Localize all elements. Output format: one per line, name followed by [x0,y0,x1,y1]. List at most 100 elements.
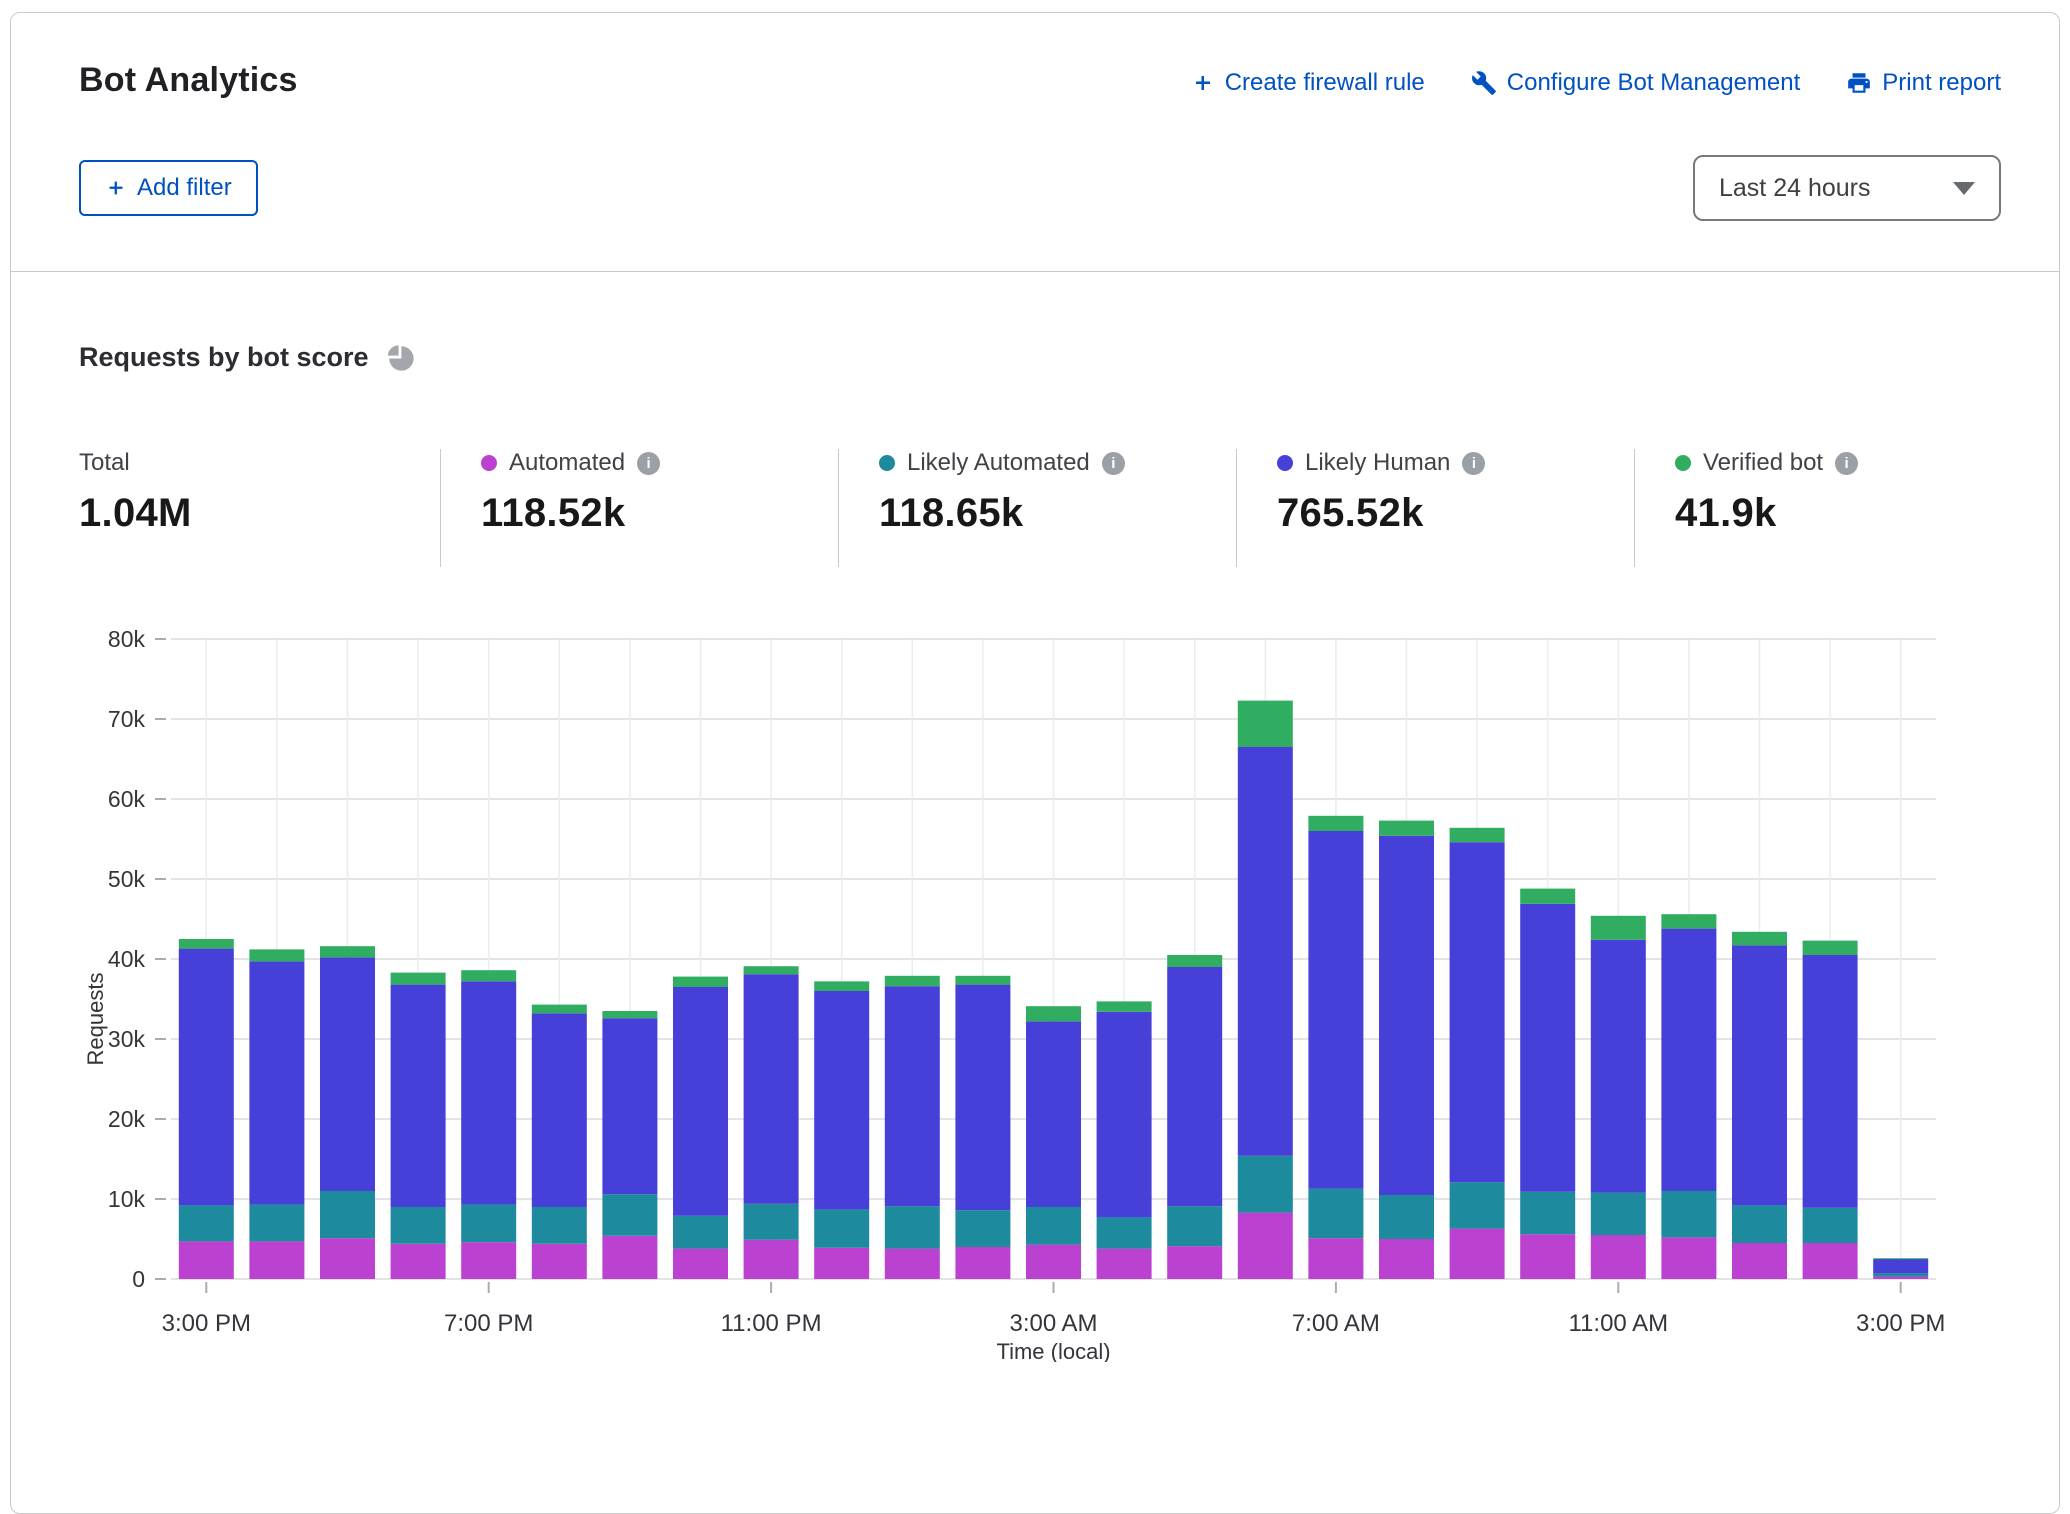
bar-segment-automated[interactable] [744,1240,799,1279]
bar-6[interactable] [602,1011,657,1279]
bar-segment-automated[interactable] [1167,1246,1222,1279]
bar-16[interactable] [1308,816,1363,1279]
bar-segment-likely-automated[interactable] [1238,1156,1293,1213]
bar-segment-likely-automated[interactable] [1803,1208,1858,1243]
bar-segment-automated[interactable] [461,1242,516,1279]
bar-segment-likely-human[interactable] [814,991,869,1209]
bar-5[interactable] [532,1005,587,1279]
bar-segment-likely-human[interactable] [955,985,1010,1211]
bar-segment-likely-human[interactable] [532,1013,587,1207]
bar-12[interactable] [1026,1006,1081,1279]
configure-bot-management-link[interactable]: Configure Bot Management [1471,69,1801,97]
bar-segment-likely-automated[interactable] [1097,1217,1152,1248]
bar-8[interactable] [744,966,799,1279]
info-icon[interactable]: i [1835,452,1858,475]
bar-segment-verified-bot[interactable] [1167,955,1222,967]
bar-segment-verified-bot[interactable] [602,1011,657,1018]
bar-15[interactable] [1238,701,1293,1279]
add-filter-button[interactable]: Add filter [79,160,258,216]
bar-segment-verified-bot[interactable] [1732,932,1787,946]
bar-segment-likely-automated[interactable] [955,1210,1010,1247]
bar-segment-likely-automated[interactable] [602,1194,657,1236]
bar-segment-likely-human[interactable] [461,981,516,1204]
bar-segment-likely-human[interactable] [1026,1021,1081,1207]
bar-segment-verified-bot[interactable] [1591,916,1646,940]
bar-segment-automated[interactable] [955,1247,1010,1279]
bar-segment-likely-automated[interactable] [1167,1206,1222,1246]
bar-segment-likely-human[interactable] [320,957,375,1191]
bar-segment-verified-bot[interactable] [1379,821,1434,836]
info-icon[interactable]: i [1462,452,1485,475]
bar-segment-automated[interactable] [1450,1229,1505,1279]
print-report-link[interactable]: Print report [1846,69,2001,97]
bar-9[interactable] [814,981,869,1279]
bar-segment-likely-automated[interactable] [461,1205,516,1243]
bar-segment-automated[interactable] [885,1249,940,1279]
create-firewall-rule-link[interactable]: Create firewall rule [1191,69,1425,97]
bar-segment-automated[interactable] [249,1241,304,1279]
bar-segment-likely-human[interactable] [1803,955,1858,1208]
bar-segment-likely-human[interactable] [391,985,446,1207]
bar-segment-verified-bot[interactable] [1450,828,1505,842]
bar-segment-automated[interactable] [1661,1237,1716,1279]
bar-17[interactable] [1379,821,1434,1279]
bar-segment-verified-bot[interactable] [1803,941,1858,955]
bar-3[interactable] [391,973,446,1279]
bar-segment-likely-automated[interactable] [744,1204,799,1240]
bar-segment-likely-human[interactable] [885,986,940,1206]
bar-segment-verified-bot[interactable] [673,977,728,987]
bar-segment-likely-human[interactable] [1379,836,1434,1195]
bar-segment-likely-automated[interactable] [1450,1182,1505,1228]
bar-segment-verified-bot[interactable] [885,976,940,986]
bar-segment-automated[interactable] [814,1248,869,1279]
bar-segment-verified-bot[interactable] [814,981,869,991]
bar-18[interactable] [1450,828,1505,1279]
bar-segment-verified-bot[interactable] [1873,1258,1928,1259]
bar-segment-likely-human[interactable] [1520,904,1575,1192]
bar-segment-verified-bot[interactable] [461,970,516,981]
bar-segment-automated[interactable] [1238,1213,1293,1279]
bar-segment-likely-automated[interactable] [673,1216,728,1249]
bar-10[interactable] [885,976,940,1279]
bar-segment-automated[interactable] [532,1244,587,1279]
bar-segment-verified-bot[interactable] [1661,914,1716,928]
bar-4[interactable] [461,970,516,1279]
bar-segment-likely-human[interactable] [1308,831,1363,1189]
bar-segment-likely-automated[interactable] [249,1205,304,1242]
bar-1[interactable] [249,949,304,1279]
bar-23[interactable] [1803,941,1858,1279]
bar-segment-verified-bot[interactable] [955,976,1010,985]
bar-segment-likely-automated[interactable] [1026,1207,1081,1245]
bar-segment-likely-human[interactable] [1591,940,1646,1193]
bar-segment-likely-human[interactable] [1238,747,1293,1156]
bar-21[interactable] [1661,914,1716,1279]
bar-segment-likely-human[interactable] [1873,1259,1928,1273]
bar-segment-automated[interactable] [673,1249,728,1279]
bar-segment-likely-human[interactable] [602,1018,657,1194]
bar-segment-automated[interactable] [1803,1243,1858,1279]
bar-13[interactable] [1097,1001,1152,1279]
bar-segment-likely-automated[interactable] [1873,1273,1928,1276]
bar-segment-likely-human[interactable] [1661,929,1716,1191]
bar-22[interactable] [1732,932,1787,1279]
bar-segment-verified-bot[interactable] [532,1005,587,1014]
bar-segment-automated[interactable] [1873,1277,1928,1279]
bar-segment-likely-automated[interactable] [320,1191,375,1238]
bar-segment-likely-human[interactable] [744,974,799,1204]
bar-24[interactable] [1873,1258,1928,1279]
bar-segment-likely-automated[interactable] [1732,1205,1787,1243]
bar-segment-verified-bot[interactable] [1238,701,1293,747]
bar-segment-automated[interactable] [602,1236,657,1279]
bar-segment-likely-human[interactable] [1450,842,1505,1182]
bar-segment-automated[interactable] [1097,1249,1152,1279]
bar-segment-likely-human[interactable] [673,987,728,1216]
bar-segment-likely-automated[interactable] [885,1206,940,1248]
bar-segment-likely-automated[interactable] [1591,1193,1646,1235]
bar-segment-automated[interactable] [179,1241,234,1279]
bar-segment-likely-human[interactable] [1732,945,1787,1205]
bar-segment-automated[interactable] [1026,1245,1081,1279]
bar-segment-likely-automated[interactable] [532,1207,587,1244]
bar-segment-likely-automated[interactable] [391,1207,446,1244]
bar-segment-automated[interactable] [1379,1239,1434,1279]
bar-segment-verified-bot[interactable] [249,949,304,961]
